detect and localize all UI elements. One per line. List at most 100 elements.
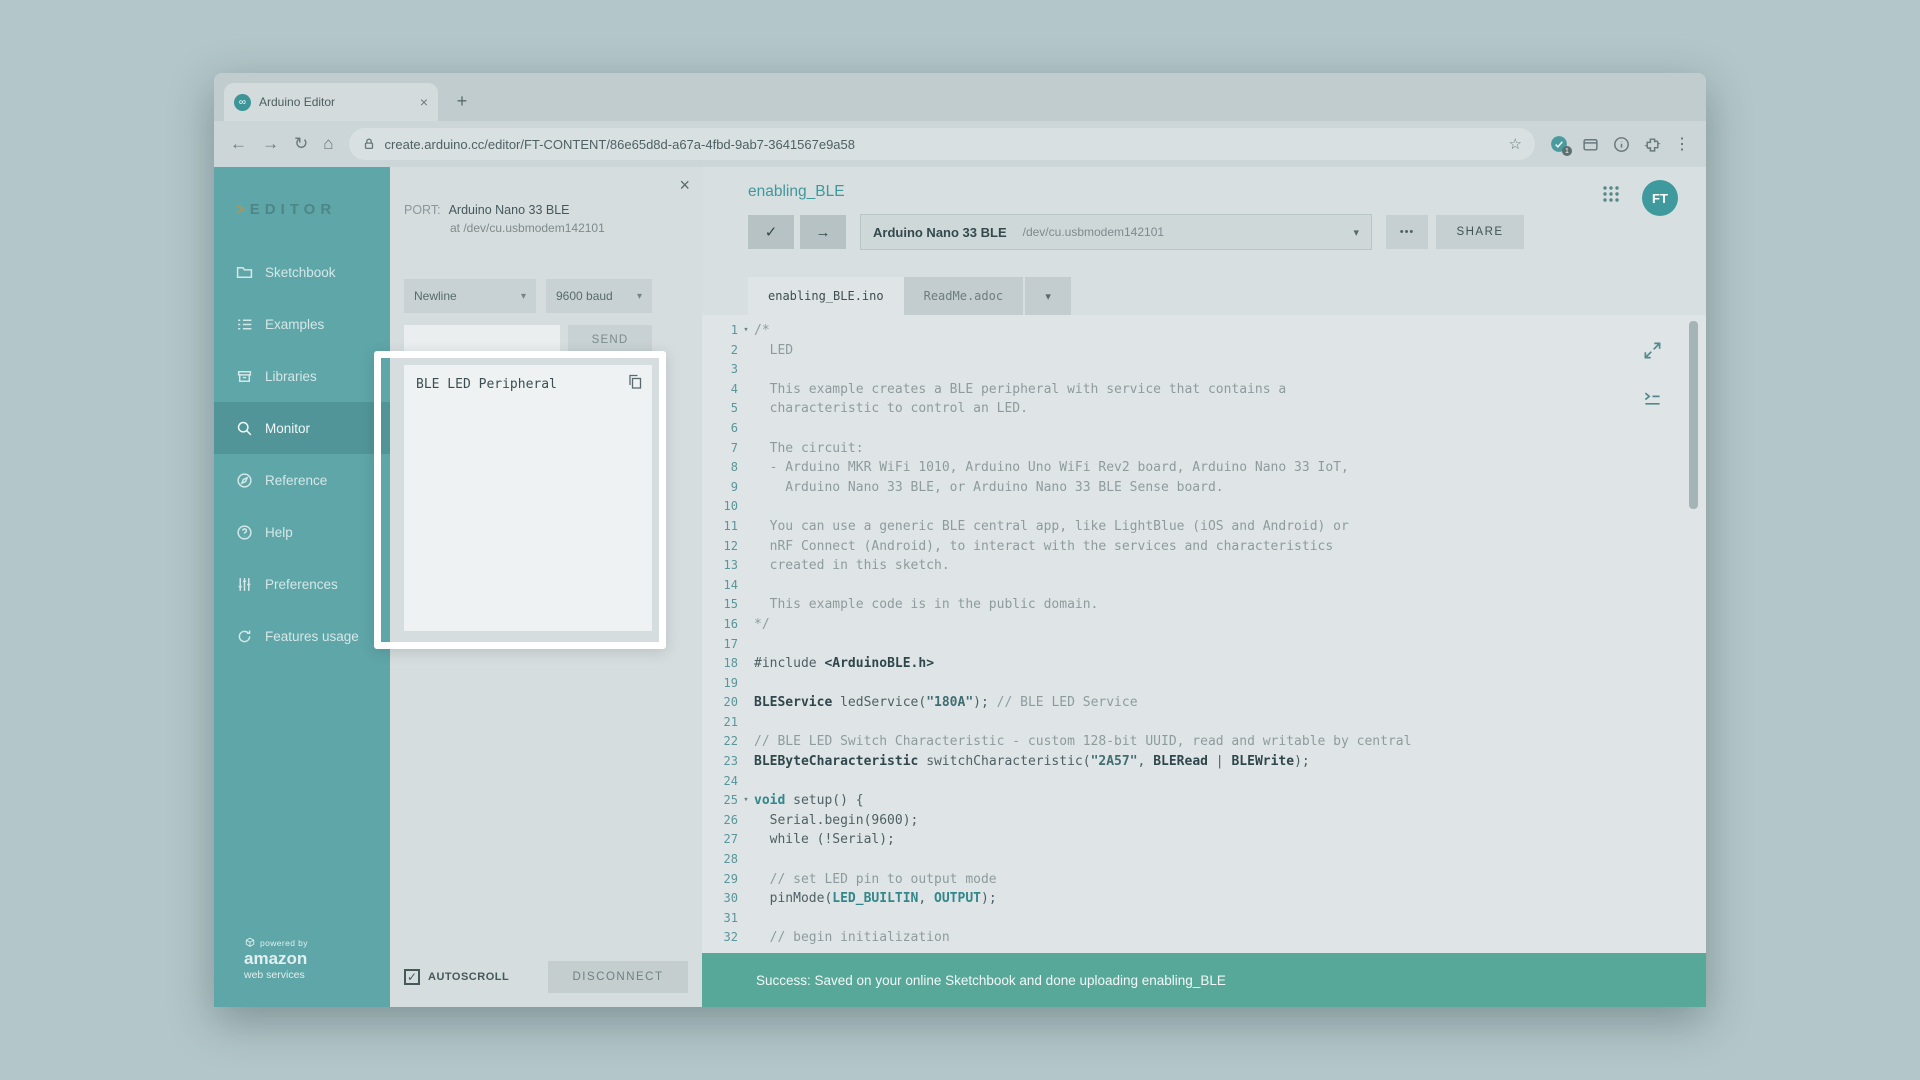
code-line[interactable]: 31 <box>702 909 1706 929</box>
tabs-dropdown-button[interactable]: ▾ <box>1025 277 1071 315</box>
sketch-title: enabling_BLE <box>748 167 1706 201</box>
code-line[interactable]: 5 characteristic to control an LED. <box>702 399 1706 419</box>
editor-logo: >EDITOR <box>236 201 390 218</box>
board-selector[interactable]: Arduino Nano 33 BLE /dev/cu.usbmodem1421… <box>860 214 1372 250</box>
code-line[interactable]: 13 created in this sketch. <box>702 556 1706 576</box>
code-line[interactable]: 24 <box>702 772 1706 792</box>
sidebar-item-sketchbook[interactable]: Sketchbook <box>214 246 390 298</box>
board-port: /dev/cu.usbmodem142101 <box>1023 225 1164 239</box>
code-line[interactable]: 8 - Arduino MKR WiFi 1010, Arduino Uno W… <box>702 458 1706 478</box>
autoscroll-toggle[interactable]: ✓ AUTOSCROLL <box>404 969 509 985</box>
search-icon <box>236 420 253 437</box>
code-line[interactable]: 14 <box>702 576 1706 596</box>
compass-icon <box>236 472 253 489</box>
extensions-puzzle-icon[interactable] <box>1643 135 1661 153</box>
file-tab-enabling-ble-ino[interactable]: enabling_BLE.ino <box>748 277 904 315</box>
code-text: created in this sketch. <box>754 556 950 576</box>
code-line[interactable]: 9 Arduino Nano 33 BLE, or Arduino Nano 3… <box>702 478 1706 498</box>
refresh-icon[interactable]: ↻ <box>294 134 308 154</box>
browser-tab[interactable]: ∞ Arduino Editor × <box>224 83 438 121</box>
share-button[interactable]: SHARE <box>1436 215 1524 249</box>
code-editor[interactable]: 1▾/*2 LED3 4 This example creates a BLE … <box>702 315 1706 953</box>
sidebar-item-monitor[interactable]: Monitor <box>214 402 390 454</box>
archive-icon <box>236 368 253 385</box>
code-line[interactable]: 25▾void setup() { <box>702 791 1706 811</box>
code-line[interactable]: 3 <box>702 360 1706 380</box>
code-line[interactable]: 21 <box>702 713 1706 733</box>
fold-arrow-icon[interactable]: ▾ <box>738 791 754 811</box>
code-line[interactable]: 32 // begin initialization <box>702 928 1706 948</box>
editor-scrollbar[interactable] <box>1689 321 1698 947</box>
code-text <box>754 674 762 694</box>
copy-icon[interactable] <box>627 374 643 394</box>
line-number: 25 <box>702 791 738 811</box>
arduino-favicon-icon: ∞ <box>234 94 251 111</box>
code-line[interactable]: 12 nRF Connect (Android), to interact wi… <box>702 537 1706 557</box>
url-bar[interactable]: create.arduino.cc/editor/FT-CONTENT/86e6… <box>349 128 1535 160</box>
code-line[interactable]: 1▾/* <box>702 321 1706 341</box>
code-line[interactable]: 2 LED <box>702 341 1706 361</box>
code-line[interactable]: 11 You can use a generic BLE central app… <box>702 517 1706 537</box>
code-line[interactable]: 28 <box>702 850 1706 870</box>
code-line[interactable]: 6 <box>702 419 1706 439</box>
more-options-button[interactable]: ••• <box>1386 215 1428 249</box>
bookmark-star-icon[interactable]: ☆ <box>1509 135 1522 153</box>
browser-menu-kebab-icon[interactable]: ⋮ <box>1674 134 1690 154</box>
tab-close-icon[interactable]: × <box>420 94 428 110</box>
avatar[interactable]: FT <box>1642 180 1678 216</box>
monitor-close-icon[interactable]: × <box>679 175 690 196</box>
editor-float-icons <box>1643 341 1662 413</box>
serial-message-input[interactable] <box>404 325 560 355</box>
send-button[interactable]: SEND <box>568 325 652 355</box>
sidebar-item-libraries[interactable]: Libraries <box>214 350 390 402</box>
code-line[interactable]: 19 <box>702 674 1706 694</box>
code-line[interactable]: 15 This example code is in the public do… <box>702 595 1706 615</box>
sidebar-item-help[interactable]: Help <box>214 506 390 558</box>
line-number: 20 <box>702 693 738 713</box>
line-number: 8 <box>702 458 738 478</box>
fold-arrow-icon[interactable]: ▾ <box>738 321 754 341</box>
checkbox-checked-icon[interactable]: ✓ <box>404 969 420 985</box>
folder-icon <box>236 264 253 281</box>
serial-monitor-output[interactable]: BLE LED Peripheral <box>404 365 652 631</box>
sidebar-item-label: Libraries <box>265 369 317 384</box>
code-line[interactable]: 26 Serial.begin(9600); <box>702 811 1706 831</box>
info-icon[interactable] <box>1612 135 1630 153</box>
code-line[interactable]: 20BLEService ledService("180A"); // BLE … <box>702 693 1706 713</box>
forward-icon[interactable]: → <box>262 134 279 154</box>
sidebar-item-preferences[interactable]: Preferences <box>214 558 390 610</box>
fullscreen-icon[interactable] <box>1643 341 1662 365</box>
back-icon[interactable]: ← <box>230 134 247 154</box>
console-format-icon[interactable] <box>1643 389 1662 413</box>
card-icon[interactable] <box>1581 135 1599 153</box>
new-tab-button[interactable]: + <box>448 87 476 115</box>
verify-button[interactable]: ✓ <box>748 215 794 249</box>
code-line[interactable]: 17 <box>702 635 1706 655</box>
home-icon[interactable]: ⌂ <box>323 134 333 154</box>
baud-rate-select[interactable]: 9600 baud ▾ <box>546 279 652 313</box>
code-line[interactable]: 30 pinMode(LED_BUILTIN, OUTPUT); <box>702 889 1706 909</box>
port-label: PORT: <box>404 203 441 217</box>
file-tab-readme-adoc[interactable]: ReadMe.adoc <box>904 277 1023 315</box>
status-message: Success: Saved on your online Sketchbook… <box>756 973 1226 988</box>
code-line[interactable]: 29 // set LED pin to output mode <box>702 870 1706 890</box>
sidebar-item-features-usage[interactable]: Features usage <box>214 610 390 662</box>
account-badge-icon[interactable]: 1 <box>1550 135 1568 153</box>
upload-button[interactable]: → <box>800 215 846 249</box>
code-line[interactable]: 27 while (!Serial); <box>702 830 1706 850</box>
code-line[interactable]: 4 This example creates a BLE peripheral … <box>702 380 1706 400</box>
scrollbar-thumb[interactable] <box>1689 321 1698 509</box>
code-line[interactable]: 7 The circuit: <box>702 439 1706 459</box>
code-line[interactable]: 18#include <ArduinoBLE.h> <box>702 654 1706 674</box>
code-line[interactable]: 23BLEByteCharacteristic switchCharacteri… <box>702 752 1706 772</box>
disconnect-button[interactable]: DISCONNECT <box>548 961 688 993</box>
code-line[interactable]: 16*/ <box>702 615 1706 635</box>
sidebar-item-examples[interactable]: Examples <box>214 298 390 350</box>
sidebar-item-reference[interactable]: Reference <box>214 454 390 506</box>
line-ending-select[interactable]: Newline ▾ <box>404 279 536 313</box>
line-number: 30 <box>702 889 738 909</box>
code-line[interactable]: 22// BLE LED Switch Characteristic - cus… <box>702 732 1706 752</box>
chevron-down-icon: ▾ <box>1353 226 1359 239</box>
apps-grid-icon[interactable] <box>1602 185 1620 208</box>
code-line[interactable]: 10 <box>702 497 1706 517</box>
